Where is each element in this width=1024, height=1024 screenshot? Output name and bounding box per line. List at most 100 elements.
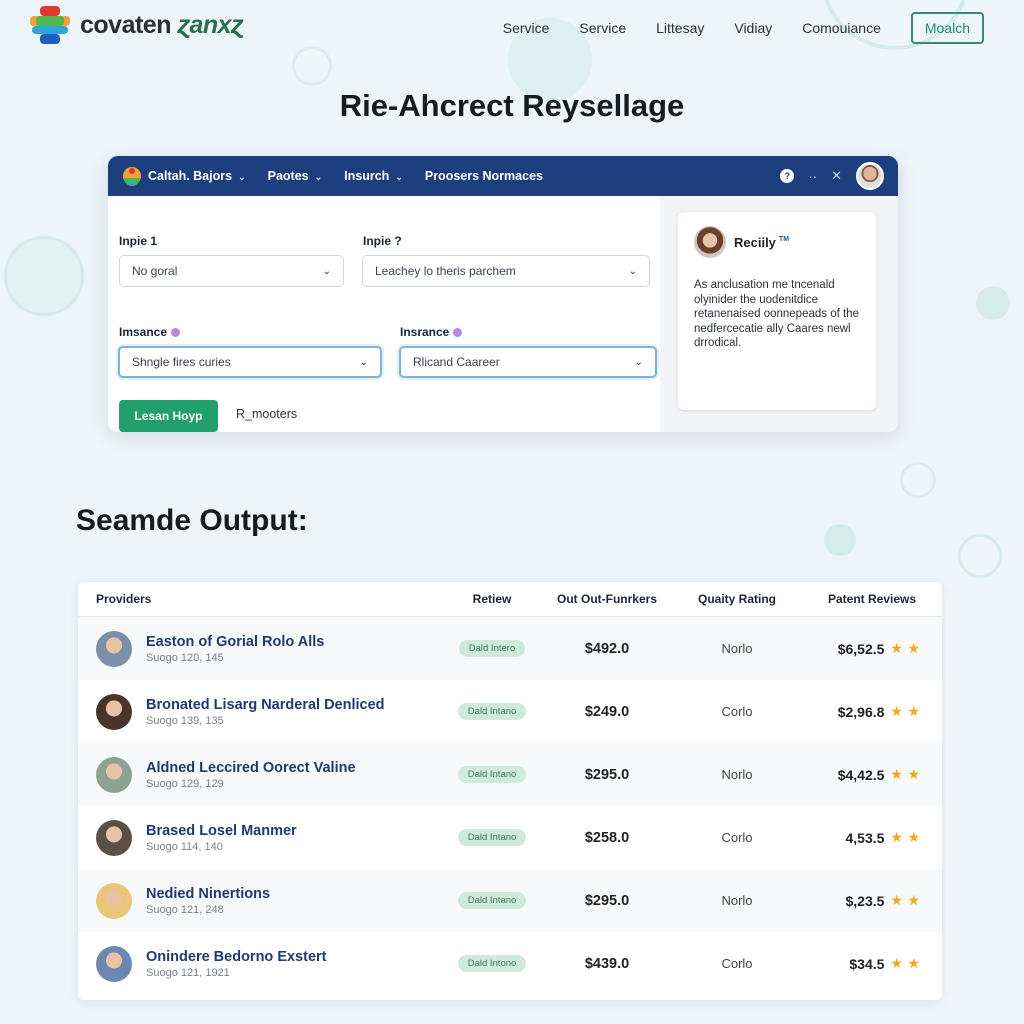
background-decoration <box>958 534 1002 578</box>
review-badge: Dald Intero <box>458 640 526 657</box>
out-funkers-cell: $492.0 <box>542 640 672 658</box>
menu-label: Insurch <box>344 169 390 183</box>
quality-value: Corlo <box>721 703 753 719</box>
user-avatar[interactable] <box>856 162 884 190</box>
star-rating: ★ ★ <box>890 955 920 973</box>
quality-cell: Norlo <box>672 766 802 784</box>
table-row[interactable]: Bronated Lisarg Narderal Denliced Suogo … <box>78 680 942 743</box>
star-icon: ★ <box>890 702 903 719</box>
input-2-label: Inpie ? <box>363 234 402 248</box>
nav-link-service-2[interactable]: Service <box>579 20 626 36</box>
input-2-select[interactable]: Leachey lo theris parchem ⌄ <box>362 255 650 287</box>
insurance-1-select[interactable]: Shngle fires curies ⌄ <box>118 346 382 378</box>
secondary-link[interactable]: R_mooters <box>236 407 297 421</box>
menu-proosers-normaces[interactable]: Proosers Normaces <box>425 169 543 183</box>
nav-link-littesay[interactable]: Littesay <box>656 20 704 36</box>
provider-cell: Onindere Bedorno Exstert Suogo 121, 1921 <box>78 945 442 982</box>
star-icon: ★ <box>890 765 903 782</box>
star-icon: ★ <box>890 891 903 908</box>
out-funkers-cell: $295.0 <box>542 766 672 784</box>
provider-avatar <box>96 945 132 982</box>
table-row[interactable]: Aldned Leccired Oorect Valine Suogo 129,… <box>78 743 942 806</box>
patent-cell: $2,96.8 ★ ★ <box>802 703 942 721</box>
provider-name[interactable]: Aldned Leccired Oorect Valine <box>146 760 356 776</box>
reviewer-name: Reciily TM <box>734 235 789 250</box>
review-cell: Dald Intano <box>442 703 542 720</box>
nav-link-vidiay[interactable]: Vidiay <box>734 20 772 36</box>
provider-avatar <box>96 693 132 730</box>
star-icon: ★ <box>907 828 920 845</box>
chevron-down-icon: ⌄ <box>322 265 331 277</box>
insurance-2-select[interactable]: Rlicand Caareer ⌄ <box>399 346 657 378</box>
table-row[interactable]: Easton of Gorial Rolo Alls Suogo 120, 14… <box>78 617 942 680</box>
logo-text-main: covaten <box>80 10 171 39</box>
star-icon: ★ <box>907 954 920 971</box>
star-icon: ★ <box>890 828 903 845</box>
provider-name[interactable]: Nedied Ninertions <box>146 886 270 902</box>
table-row[interactable]: Onindere Bedorno Exstert Suogo 121, 1921… <box>78 932 942 995</box>
background-decoration <box>824 524 856 556</box>
info-icon[interactable] <box>171 328 181 338</box>
provider-name[interactable]: Bronated Lisarg Narderal Denliced <box>146 697 385 713</box>
input-1-select[interactable]: No goral ⌄ <box>119 255 344 287</box>
provider-name[interactable]: Brased Losel Manmer <box>146 823 297 839</box>
provider-cell: Nedied Ninertions Suogo 121, 248 <box>78 882 442 919</box>
review-side-pane: Reciily TM As anclusation me tncenald oly… <box>660 196 898 432</box>
review-cell: Dald Intono <box>442 955 542 972</box>
header-review[interactable]: Retiew <box>442 592 542 606</box>
quality-cell: Corlo <box>672 955 802 973</box>
help-icon[interactable]: ? <box>780 169 795 183</box>
review-cell: Dald Intano <box>442 829 542 846</box>
nav-link-service-1[interactable]: Service <box>503 20 550 36</box>
nav-cta-button[interactable]: Moalch <box>910 12 984 44</box>
quality-value: Norlo <box>721 640 753 656</box>
primary-submit-button[interactable]: Lesan Hoyp <box>119 400 218 432</box>
patent-value: $2,96.8 <box>837 703 885 720</box>
table-row[interactable]: Brased Losel Manmer Suogo 114, 140 Dald … <box>78 806 942 869</box>
chevron-down-icon: ⌄ <box>628 265 637 277</box>
form-area: Inpie 1 No goral ⌄ Inpie ? Leachey lo th… <box>108 196 660 432</box>
close-icon[interactable]: ✕ <box>831 168 842 184</box>
top-nav: Service Service Littesay Vidiay Comouian… <box>503 12 984 44</box>
provider-name[interactable]: Easton of Gorial Rolo Alls <box>146 634 324 650</box>
patent-cell: $4,42.5 ★ ★ <box>802 766 942 784</box>
background-decoration <box>976 286 1010 320</box>
menu-caltah-bajors[interactable]: Caltah. Bajors ⌄ <box>148 169 246 183</box>
nav-link-comouiance[interactable]: Comouiance <box>802 20 881 36</box>
header-quality-rating[interactable]: Quaity Rating <box>672 592 802 606</box>
quality-cell: Norlo <box>672 892 802 910</box>
chevron-down-icon: ⌄ <box>634 356 643 368</box>
provider-avatar <box>96 882 132 919</box>
header-providers[interactable]: Providers <box>78 592 442 606</box>
provider-cell: Bronated Lisarg Narderal Denliced Suogo … <box>78 693 442 730</box>
patent-value: $34.5 <box>849 955 885 972</box>
insurance-1-label-text: Imsance <box>119 325 168 339</box>
menu-insurch[interactable]: Insurch ⌄ <box>344 169 403 183</box>
menu-paotes[interactable]: Paotes ⌄ <box>268 169 323 183</box>
more-icon[interactable]: ·· <box>808 169 817 184</box>
star-icon: ★ <box>890 639 903 656</box>
star-icon: ★ <box>890 954 903 971</box>
table-row[interactable]: Nedied Ninertions Suogo 121, 248 Dald In… <box>78 869 942 932</box>
price-value: $439.0 <box>584 955 630 972</box>
section-title: Seamde Output: <box>76 504 308 537</box>
info-icon[interactable] <box>453 328 463 338</box>
review-cell: Dald Intero <box>442 640 542 657</box>
provider-subtitle: Suogo 114, 140 <box>146 840 223 853</box>
price-value: $295.0 <box>584 766 630 783</box>
quality-value: Norlo <box>721 892 753 908</box>
price-value: $258.0 <box>584 829 630 846</box>
logo-text: covaten ɀanxɀ <box>80 10 244 40</box>
provider-cell: Brased Losel Manmer Suogo 114, 140 <box>78 819 442 856</box>
app-window: Caltah. Bajors ⌄ Paotes ⌄ Insurch ⌄ Prooser… <box>108 156 898 432</box>
background-decoration <box>900 462 936 498</box>
star-icon: ★ <box>907 765 920 782</box>
star-icon: ★ <box>907 639 920 656</box>
header-patent-reviews[interactable]: Patent Reviews <box>802 592 942 606</box>
provider-name[interactable]: Onindere Bedorno Exstert <box>146 949 326 965</box>
logo-icon <box>30 6 70 44</box>
header-out-funkers[interactable]: Out Out-Funrkers <box>542 592 672 606</box>
patent-value: 4,53.5 <box>845 829 885 846</box>
background-decoration <box>4 236 84 316</box>
site-logo[interactable]: covaten ɀanxɀ <box>30 6 244 44</box>
